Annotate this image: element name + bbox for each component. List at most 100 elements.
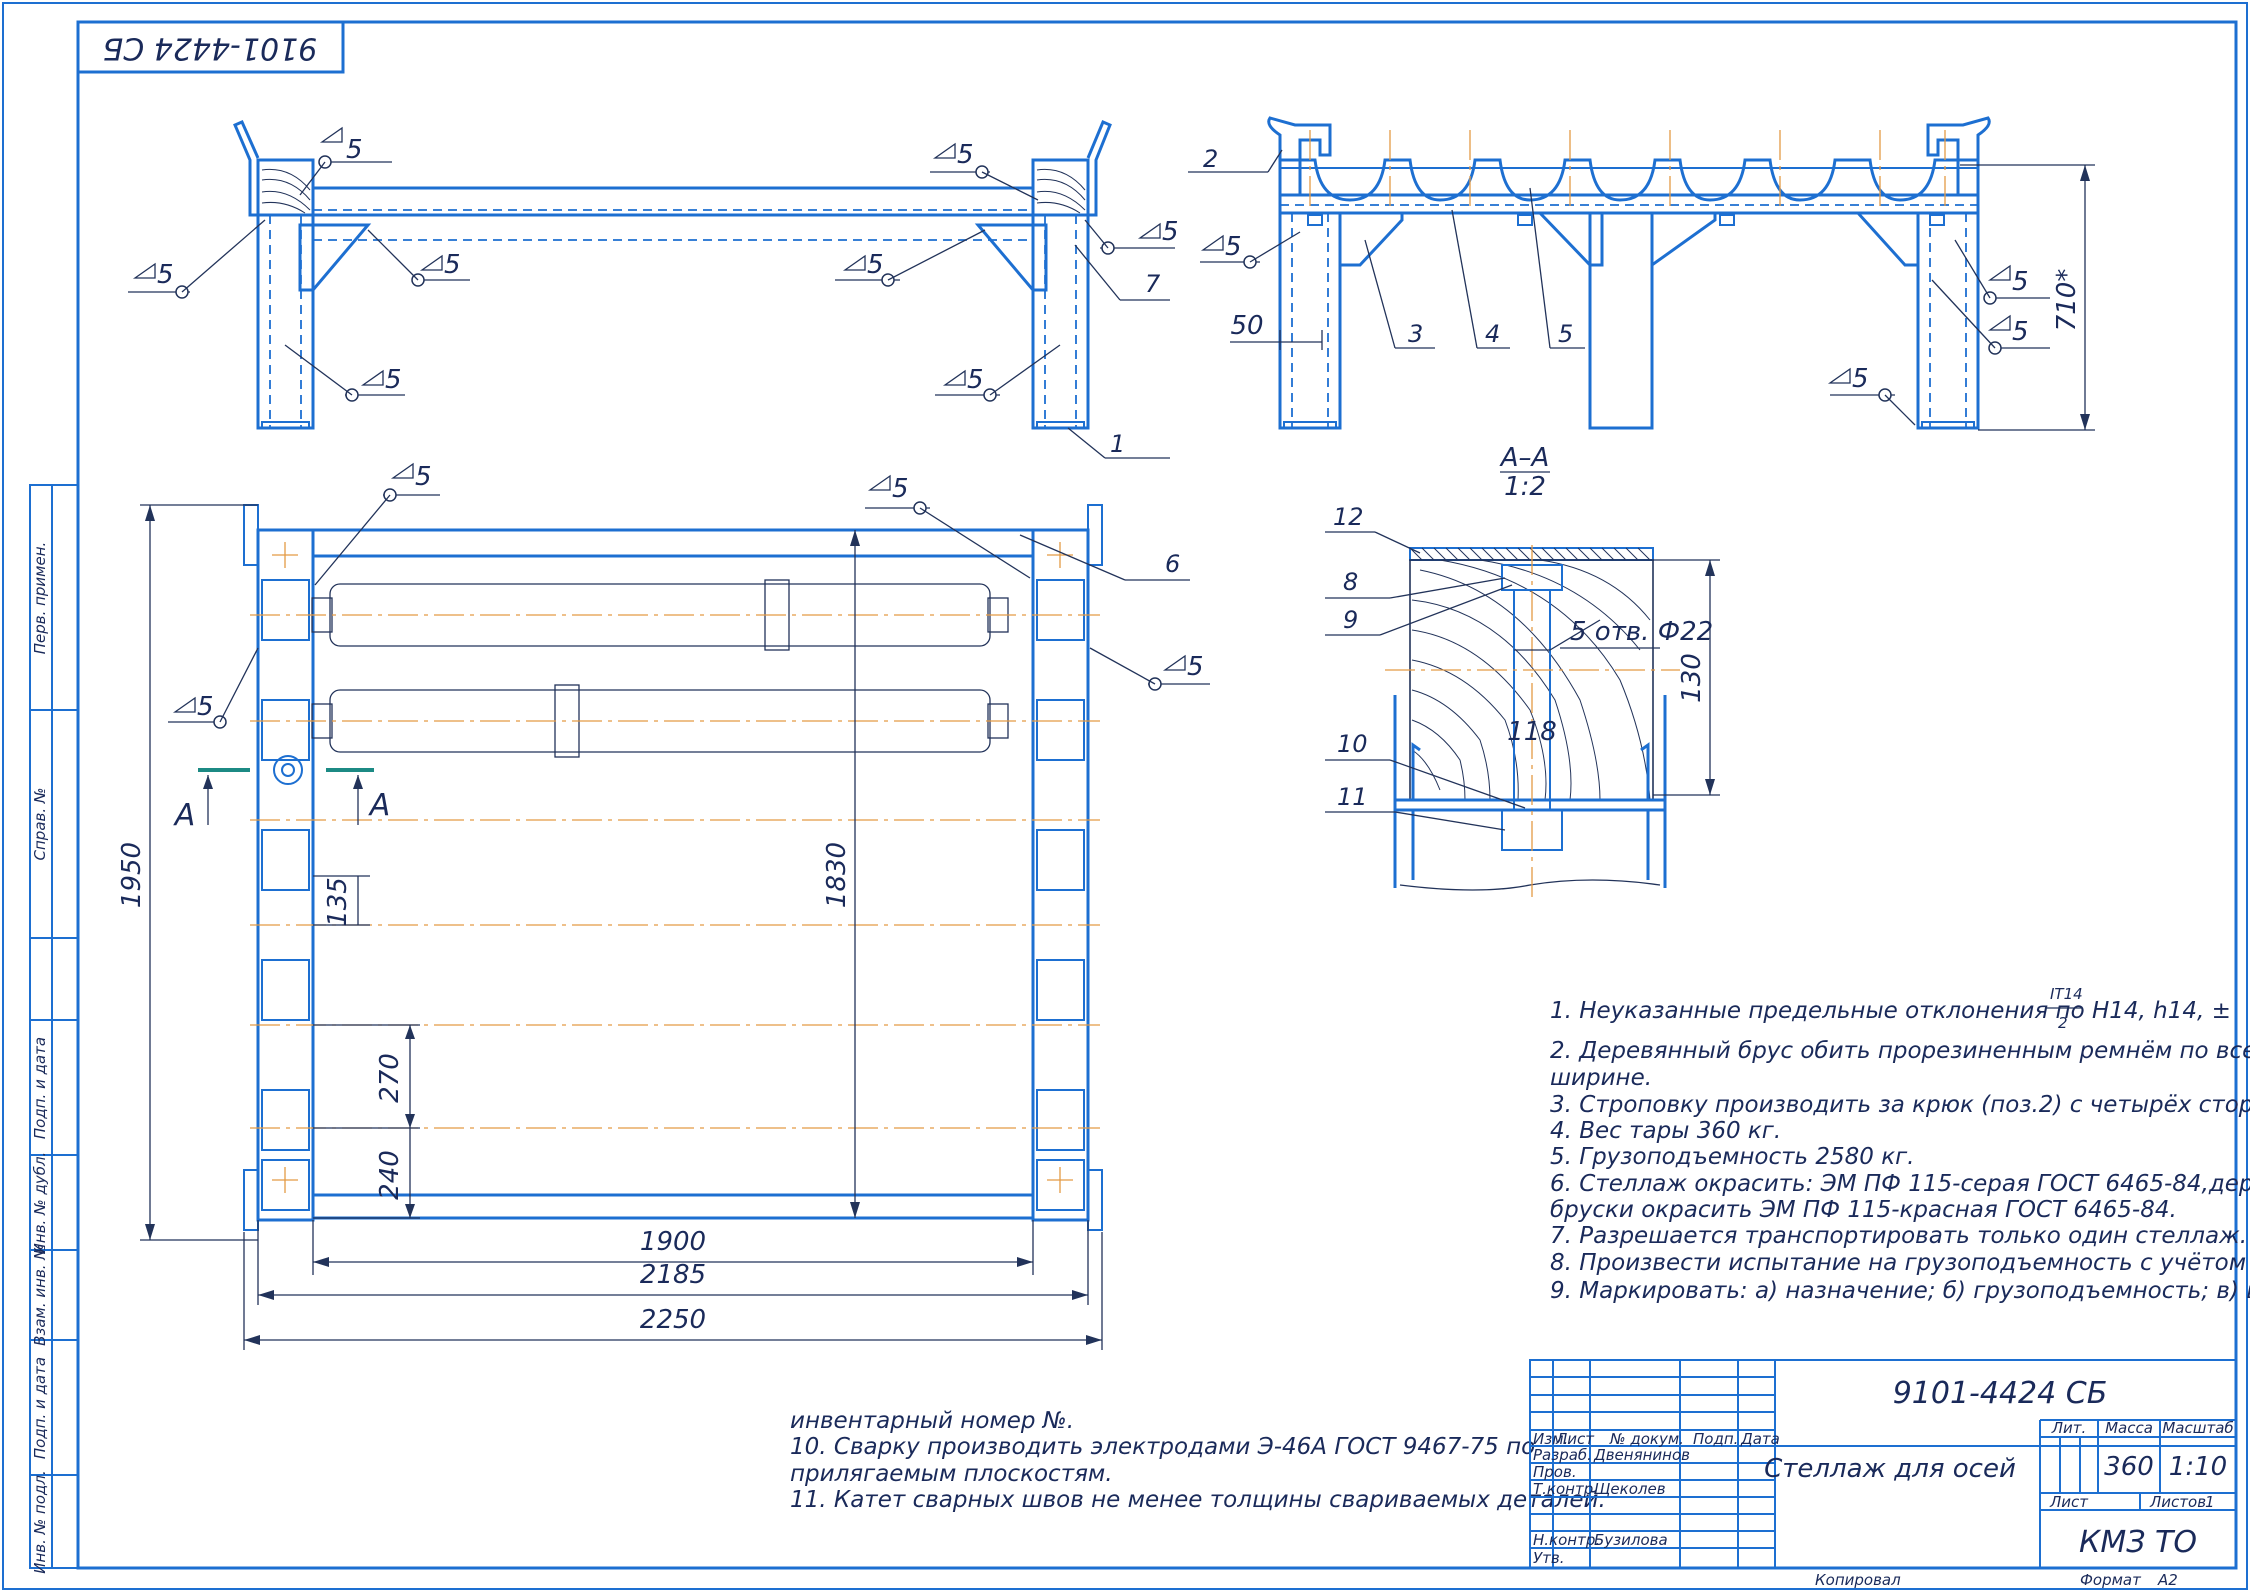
mass-label: Масса (2105, 1419, 2153, 1437)
dim-130: 130 (1677, 653, 1707, 703)
mass-value: 360 (2104, 1452, 2154, 1482)
svg-text:5: 5 (1162, 217, 1179, 247)
weld-6: 5 (1084, 217, 1179, 255)
note-10b: прилягаемым плоскостям. (790, 1461, 1113, 1487)
svg-text:5: 5 (2012, 267, 2029, 297)
pos-6: 6 (1019, 534, 1190, 581)
pos-11: 11 (1325, 783, 1506, 831)
name-razrab: Двенянинов (1593, 1446, 1690, 1464)
note-inv: инвентарный номер №. (790, 1408, 1074, 1434)
tol-num: IT14 (2050, 985, 2083, 1003)
svg-text:3: 3 (1408, 320, 1423, 348)
svg-text:5: 5 (957, 140, 974, 170)
cut-label-left: A (173, 798, 196, 833)
sheet-label: Лист (2049, 1493, 2089, 1511)
svg-text:5: 5 (967, 365, 984, 395)
section-scale: 1:2 (1504, 472, 1546, 502)
side-view: 710* 50 (1230, 116, 2095, 431)
dim-50: 50 (1230, 311, 1263, 341)
outer-border (2, 2, 2248, 1590)
svg-text:11: 11 (1337, 783, 1368, 811)
svg-text:5: 5 (1558, 320, 1573, 348)
hdr-date: Дата (1740, 1430, 1780, 1448)
title-block: 9101-4424 СБ Стеллаж для осей КМЗ ТО Лит… (1529, 1359, 2237, 1589)
dim-135: 135 (323, 877, 353, 927)
weld-2: 5 (128, 219, 266, 299)
svg-text:9: 9 (1343, 606, 1358, 634)
dim-270: 270 (375, 1053, 405, 1103)
pos-12: 12 (1325, 503, 1421, 554)
svg-text:5: 5 (1852, 364, 1869, 394)
cut-label-right: A (368, 788, 391, 823)
role-nkontr: Н.контр. (1533, 1531, 1600, 1549)
svg-text:12: 12 (1333, 503, 1364, 531)
side-stamps: Перв. примен. Справ. № Подп. и дата Инв.… (29, 484, 79, 1574)
svg-text:5: 5 (197, 692, 214, 722)
weld-4: 5 (284, 344, 405, 402)
dim-1830: 1830 (822, 842, 852, 908)
note-6: 6. Стеллаж окрасить: ЭМ ПФ 115-серая ГОС… (1550, 1171, 2250, 1197)
role-prov: Пров. (1533, 1463, 1577, 1481)
pos-4: 4 (1451, 209, 1510, 349)
weld-3: 5 (367, 229, 470, 287)
holes-callout: 5 отв. Ф22 (1570, 617, 1713, 647)
dim-2250: 2250 (640, 1305, 706, 1335)
weld-5: 5 (930, 140, 1039, 201)
copied-label: Копировал (1815, 1571, 1901, 1589)
svg-text:5: 5 (157, 260, 174, 290)
svg-text:5: 5 (385, 365, 402, 395)
stamp-sprav: Справ. № (31, 788, 49, 861)
tol-den: 2 (2058, 1014, 2068, 1032)
drawing-code: 9101-4424 СБ (1893, 1376, 2108, 1411)
dim-2185: 2185 (640, 1260, 706, 1290)
notes: 1. Неуказанные предельные отклонения по … (790, 985, 2250, 1513)
pos-8: 8 (1325, 568, 1506, 599)
svg-text:7: 7 (1145, 270, 1161, 298)
role-razrab: Разраб. (1533, 1446, 1592, 1464)
note-9: 9. Маркировать: а) назначение; б) грузоп… (1550, 1278, 2250, 1304)
lit-label: Лит. (2051, 1419, 2087, 1437)
role-utv: Утв. (1533, 1549, 1565, 1567)
note-10: 10. Сварку производить электродами Э-46А… (790, 1434, 1535, 1460)
section-aa: A–A 1:2 118 130 5 отв. Ф22 (1385, 443, 1720, 900)
pos-1: 1 (1067, 427, 1170, 459)
dim-240: 240 (375, 1150, 405, 1200)
role-tkontr: Т.контр. (1533, 1480, 1598, 1498)
drawing-sheet: 9101-4424 СБ Перв. примен. Справ. № Подп… (2, 2, 2250, 1590)
organization: КМЗ ТО (2079, 1525, 2197, 1560)
weld-10: 5 (1954, 239, 2050, 305)
weld-7: 5 (835, 229, 986, 287)
svg-text:10: 10 (1337, 730, 1368, 758)
stamp-perv-primen: Перв. примен. (31, 542, 49, 655)
hdr-podp: Подп. (1693, 1430, 1738, 1448)
rotated-code-box: 9101-4424 СБ (76, 20, 345, 74)
weld-11: 5 (1931, 279, 2050, 355)
pos-3: 3 (1364, 239, 1435, 349)
name-nkontr: Бузилова (1594, 1531, 1668, 1549)
scale-label: Масштаб (2162, 1419, 2233, 1437)
svg-text:4: 4 (1485, 320, 1500, 348)
svg-text:5: 5 (1225, 232, 1242, 262)
scale-value: 1:10 (2169, 1452, 2227, 1482)
svg-text:5: 5 (1187, 652, 1204, 682)
stamp-podp-data-2: Подп. и дата (31, 1357, 49, 1459)
stamp-podp-data-1: Подп. и дата (31, 1037, 49, 1139)
sheets-value: 1 (2205, 1493, 2215, 1511)
name-tkontr: Щеколев (1594, 1480, 1666, 1498)
svg-text:5: 5 (867, 250, 884, 280)
weld-14: 5 (865, 474, 1031, 579)
format-label: Формат (2080, 1571, 2142, 1589)
weld-16: 5 (168, 647, 259, 729)
stamp-inv-podl: Инв. № подл. (31, 1470, 49, 1573)
drawing-title: Стеллаж для осей (1764, 1454, 2016, 1484)
svg-text:5: 5 (346, 135, 363, 165)
stamp-vzam-inv: Взам. инв. № (31, 1244, 49, 1346)
dim-118: 118 (1507, 717, 1557, 747)
inner-frame (76, 20, 2238, 1570)
svg-text:5: 5 (892, 474, 909, 504)
rotated-code-text: 9101-4424 СБ (103, 31, 318, 66)
note-2b: ширине. (1550, 1065, 1652, 1091)
svg-text:5: 5 (415, 462, 432, 492)
svg-text:1: 1 (1110, 430, 1125, 458)
stamp-inv-dubl: Инв. № дубл. (31, 1152, 49, 1255)
